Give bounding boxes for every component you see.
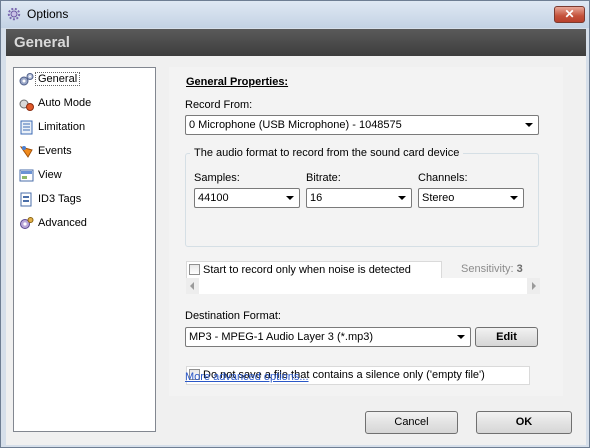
audio-format-legend: The audio format to record from the soun… (190, 147, 464, 159)
auto-mode-icon (19, 99, 34, 111)
sensitivity-label: Sensitivity: (461, 263, 514, 275)
record-from-label: Record From: (185, 99, 253, 111)
sidebar-item-id3-tags[interactable]: ID3 Tags (17, 190, 152, 210)
close-button[interactable]: ✕ (554, 6, 585, 23)
id3-tags-icon (20, 192, 32, 207)
sidebar-item-label: Events (38, 145, 72, 157)
channels-select[interactable]: Stereo (418, 188, 524, 208)
limitation-icon (20, 120, 33, 135)
sidebar-item-events[interactable]: Events (17, 142, 152, 162)
sidebar-item-auto-mode[interactable]: Auto Mode (17, 94, 152, 114)
edit-button-label: Edit (496, 331, 517, 343)
audio-format-group: The audio format to record from the soun… (185, 147, 539, 247)
sensitivity-readout: Sensitivity: 3 (461, 263, 523, 275)
sidebar-item-label: Auto Mode (38, 97, 92, 109)
chevron-down-icon (510, 196, 518, 200)
sidebar-item-label: ID3 Tags (38, 193, 82, 205)
section-title: General Properties: (186, 76, 289, 88)
cancel-button-label: Cancel (394, 416, 429, 428)
window-title: Options (27, 7, 69, 21)
record-from-select[interactable]: 0 Microphone (USB Microphone) - 1048575 (185, 115, 539, 135)
destination-format-label: Destination Format: (185, 310, 281, 322)
more-advanced-options-link[interactable]: More advanced options... (185, 371, 309, 383)
destination-format-select[interactable]: MP3 - MPEG-1 Audio Layer 3 (*.mp3) (185, 327, 471, 347)
scroll-thumb[interactable] (199, 278, 527, 294)
channels-value: Stereo (422, 192, 455, 204)
category-list[interactable]: General Auto Mode Limitation Events View… (13, 67, 156, 432)
scroll-right-icon[interactable] (532, 282, 536, 290)
client-area: General General Auto Mode Limitation Eve… (6, 29, 586, 445)
sidebar-item-label: Advanced (38, 217, 87, 229)
noise-detect-label: Start to record only when noise is detec… (203, 264, 411, 276)
events-icon (19, 146, 33, 158)
gear-icon (7, 7, 21, 21)
sensitivity-value: 3 (516, 263, 523, 275)
view-icon (19, 169, 34, 182)
edit-button[interactable]: Edit (475, 327, 538, 347)
options-window: Options ✕ General General Auto Mode Limi… (0, 0, 590, 448)
chevron-down-icon (398, 196, 406, 200)
advanced-icon (20, 217, 34, 229)
ok-button[interactable]: OK (476, 411, 572, 434)
checkbox-box[interactable] (189, 264, 200, 275)
sidebar-item-limitation[interactable]: Limitation (17, 118, 152, 138)
sidebar-item-view[interactable]: View (17, 166, 152, 186)
samples-value: 44100 (198, 192, 229, 204)
destination-format-value: MP3 - MPEG-1 Audio Layer 3 (*.mp3) (189, 331, 374, 343)
bitrate-label: Bitrate: (306, 172, 341, 184)
chevron-down-icon (286, 196, 294, 200)
general-properties-panel: General Properties: Record From: 0 Micro… (169, 67, 563, 396)
scroll-left-icon[interactable] (190, 282, 194, 290)
sidebar-item-general[interactable]: General (17, 70, 152, 90)
gears-icon (19, 73, 34, 86)
samples-select[interactable]: 44100 (194, 188, 300, 208)
sidebar-item-label: View (38, 169, 62, 181)
chevron-down-icon (457, 335, 465, 339)
sidebar-item-advanced[interactable]: Advanced (17, 214, 152, 234)
sidebar-item-label: Limitation (38, 121, 86, 133)
sensitivity-scrollbar[interactable] (186, 278, 540, 294)
page-title: General (14, 34, 70, 51)
chevron-down-icon (525, 123, 533, 127)
sidebar-item-label: General (34, 72, 81, 86)
cancel-button[interactable]: Cancel (365, 411, 458, 434)
ok-button-label: OK (515, 416, 533, 428)
record-from-value: 0 Microphone (USB Microphone) - 1048575 (189, 119, 402, 131)
header-band: General (6, 29, 586, 56)
title-bar[interactable]: Options ✕ (1, 1, 589, 28)
close-icon: ✕ (564, 7, 575, 21)
bitrate-select[interactable]: 16 (306, 188, 412, 208)
samples-label: Samples: (194, 172, 240, 184)
bitrate-value: 16 (310, 192, 323, 204)
channels-label: Channels: (418, 172, 468, 184)
